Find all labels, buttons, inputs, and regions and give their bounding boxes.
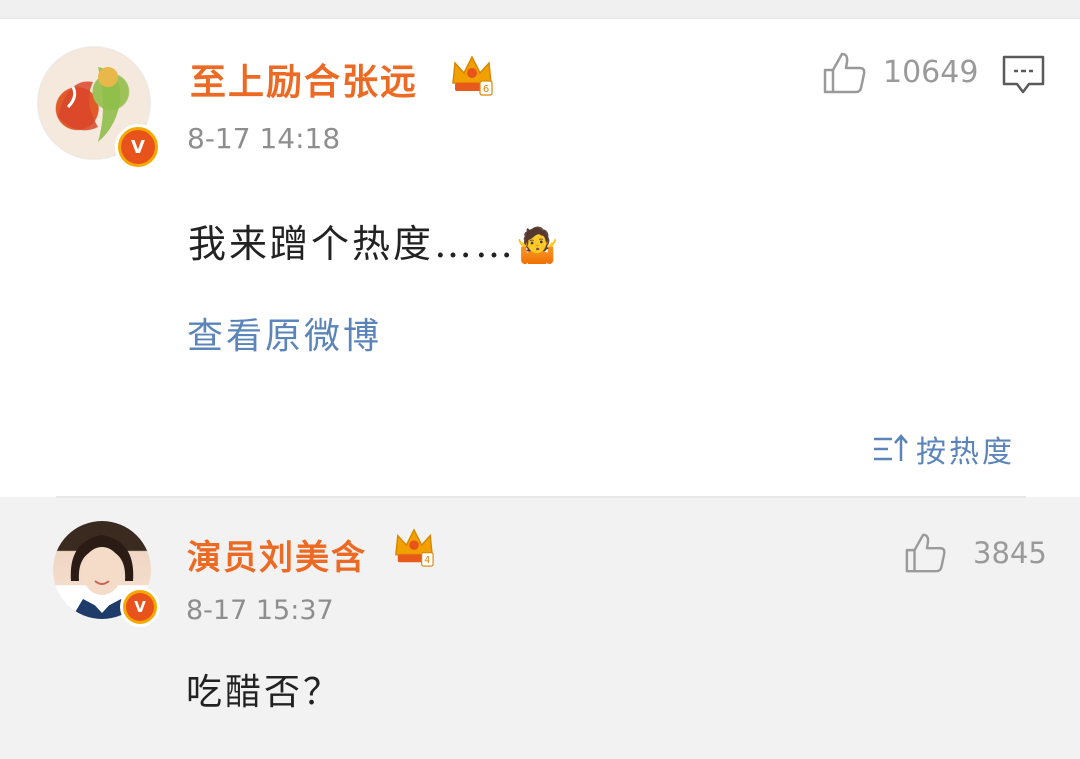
divider <box>56 496 1026 498</box>
reply-avatar[interactable]: V <box>53 521 160 627</box>
reply-timestamp: 8-17 15:37 <box>186 595 334 626</box>
verified-mark: V <box>134 598 146 616</box>
main-avatar[interactable]: V <box>37 46 161 170</box>
sort-by-hot-button[interactable]: 按热度 <box>872 427 1015 471</box>
comment-bubble-icon <box>1002 55 1045 94</box>
reply-comment-text: 吃醋否？ <box>186 672 343 713</box>
sort-label: 按热度 <box>916 435 1015 470</box>
thumbs-up-icon <box>823 52 866 94</box>
reply-like-count: 3845 <box>973 536 1047 570</box>
verified-badge: V <box>120 587 160 627</box>
shrug-emoji: 🤷 <box>516 226 562 266</box>
crown-icon: 4 <box>392 526 436 568</box>
verified-mark: V <box>131 136 145 158</box>
like-button[interactable] <box>822 50 868 96</box>
reply-username[interactable]: 演员刘美含 <box>187 530 367 579</box>
main-comment-text: 我来蹭个热度……🤷 <box>188 213 561 268</box>
comment-button[interactable] <box>1001 54 1047 96</box>
main-username[interactable]: 至上励合张远 <box>190 53 418 105</box>
view-original-link[interactable]: 查看原微博 <box>187 307 382 359</box>
like-button[interactable] <box>904 531 948 575</box>
top-strip <box>0 0 1080 19</box>
main-like-count: 10649 <box>883 55 979 90</box>
thumbs-up-icon <box>905 533 946 573</box>
sort-icon <box>874 434 908 461</box>
crown-icon: 6 <box>449 53 495 97</box>
svg-text:6: 6 <box>483 84 489 95</box>
svg-text:4: 4 <box>424 555 430 566</box>
main-timestamp: 8-17 14:18 <box>187 122 341 155</box>
comment-text: 我来蹭个热度…… <box>188 222 517 266</box>
verified-badge: V <box>115 124 161 170</box>
